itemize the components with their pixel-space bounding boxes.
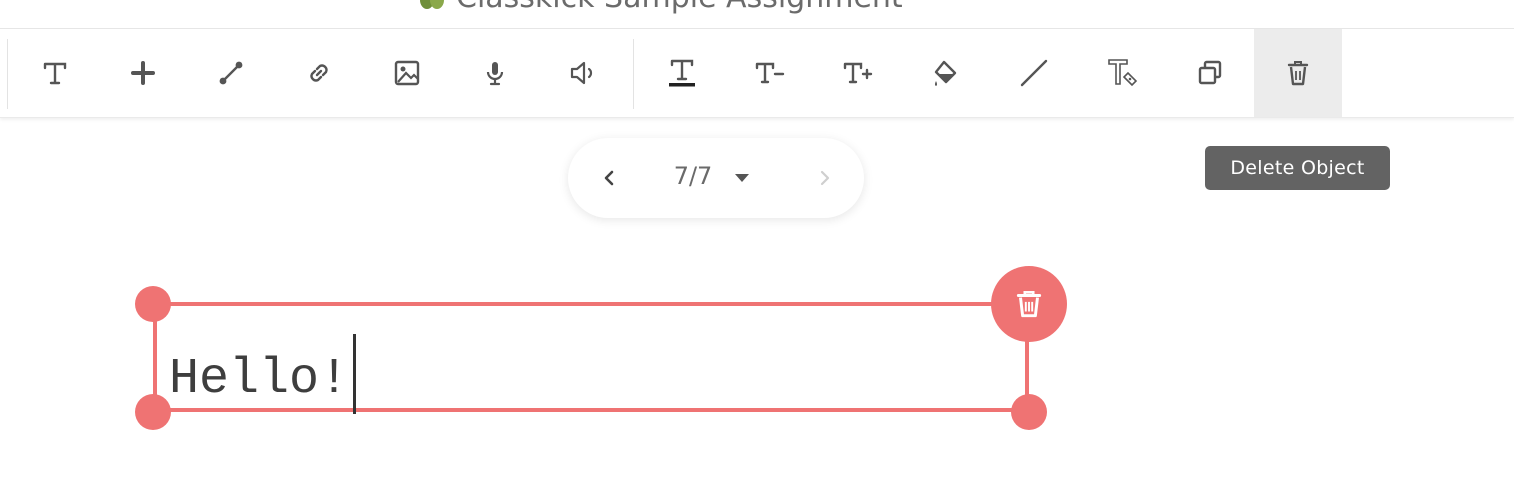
assignment-title-text: Classkick Sample Assignment <box>456 0 903 15</box>
line-tool-button[interactable] <box>187 29 275 117</box>
text-underline-icon <box>669 59 695 87</box>
plus-icon <box>131 61 155 85</box>
audio-tool-button[interactable] <box>539 29 627 117</box>
delete-object-tooltip: Delete Object <box>1205 146 1390 190</box>
assignment-title: Classkick Sample Assignment <box>418 0 903 15</box>
line-segment-icon <box>219 61 243 85</box>
text-color-tool-button[interactable] <box>638 29 726 117</box>
font-style-tool-button[interactable] <box>1078 29 1166 117</box>
text-minus-icon <box>755 62 785 84</box>
paint-bucket-icon <box>934 60 957 86</box>
resize-handle-bottom-left[interactable] <box>135 394 171 430</box>
title-bar: Classkick Sample Assignment <box>0 0 1514 29</box>
page-dropdown-button[interactable] <box>728 164 756 192</box>
record-tool-button[interactable] <box>451 29 539 117</box>
duplicate-tool-button[interactable] <box>1166 29 1254 117</box>
previous-page-button[interactable] <box>590 158 630 198</box>
caret-down-icon <box>735 174 749 182</box>
next-page-button[interactable] <box>804 158 844 198</box>
resize-handle-bottom-right[interactable] <box>1011 394 1047 430</box>
toolbar <box>0 29 1514 118</box>
slash-line-icon <box>1020 59 1048 87</box>
add-tool-button[interactable] <box>99 29 187 117</box>
text-caret <box>353 334 357 414</box>
text-box-content[interactable]: Hello! <box>169 334 357 420</box>
toolbar-divider <box>633 39 634 109</box>
image-tool-button[interactable] <box>363 29 451 117</box>
duplicate-icon <box>1198 60 1222 85</box>
link-tool-button[interactable] <box>275 29 363 117</box>
text-box-value: Hello! <box>169 351 350 408</box>
chevron-right-icon <box>820 170 830 186</box>
text-style-icon <box>1108 59 1138 87</box>
microphone-icon <box>486 62 504 86</box>
speaker-icon <box>570 61 593 85</box>
selected-text-box[interactable]: Hello! <box>153 302 1029 414</box>
toolbar-divider <box>7 39 8 109</box>
image-icon <box>394 60 420 86</box>
page-navigator: 7/7 <box>568 138 864 218</box>
link-icon <box>310 64 328 82</box>
page-indicator[interactable]: 7/7 <box>668 162 718 190</box>
resize-handle-top-left[interactable] <box>135 286 171 322</box>
text-plus-icon <box>843 62 873 84</box>
trash-icon <box>1016 291 1042 318</box>
trash-icon <box>1287 61 1309 86</box>
leaf-icon <box>420 0 444 9</box>
delete-object-button[interactable] <box>991 266 1067 342</box>
chevron-left-icon <box>604 170 614 186</box>
text-smaller-tool-button[interactable] <box>726 29 814 117</box>
text-tool-button[interactable] <box>11 29 99 117</box>
fill-tool-button[interactable] <box>902 29 990 117</box>
text-icon <box>43 62 67 85</box>
delete-tool-button[interactable] <box>1254 29 1342 117</box>
text-larger-tool-button[interactable] <box>814 29 902 117</box>
stroke-tool-button[interactable] <box>990 29 1078 117</box>
